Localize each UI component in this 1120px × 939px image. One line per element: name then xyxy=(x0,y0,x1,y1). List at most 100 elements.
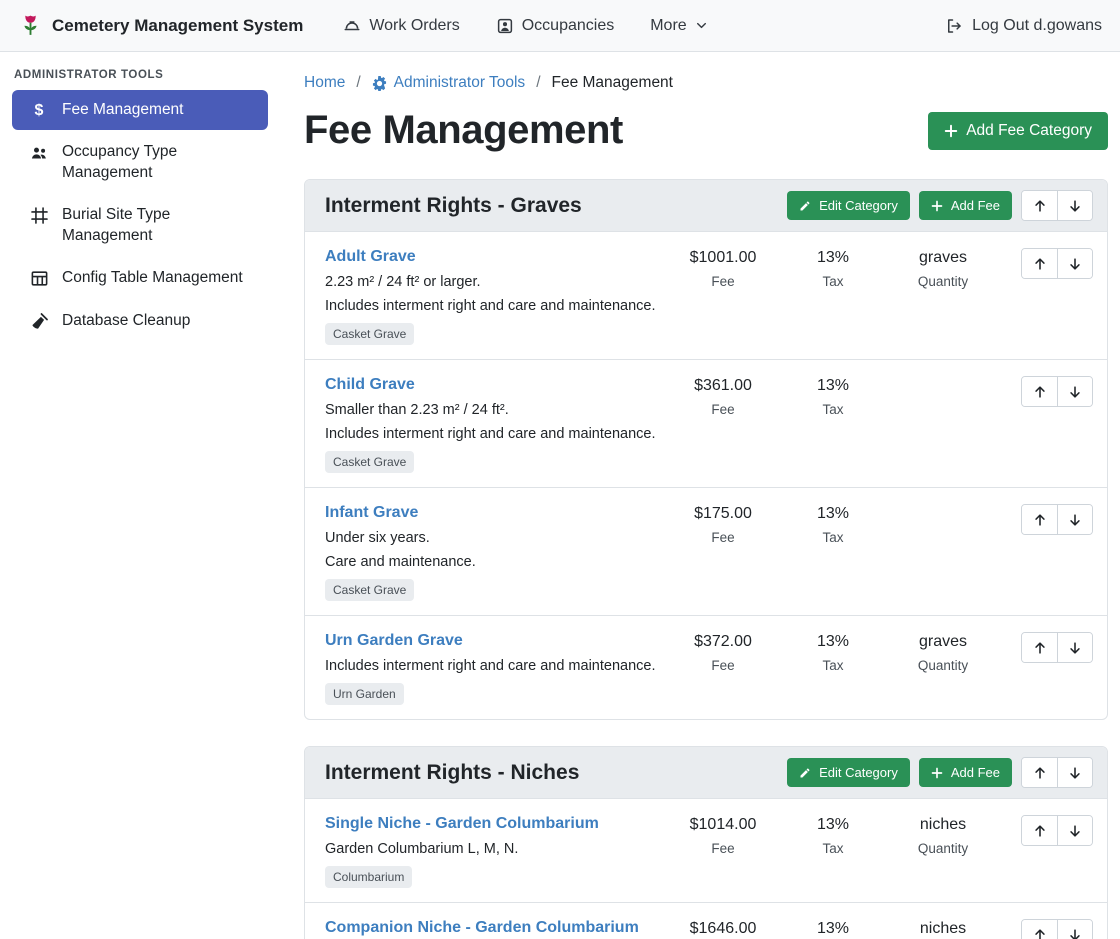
fee-description: 2.23 m² / 24 ft² or larger. xyxy=(325,274,665,290)
nav-occupancies[interactable]: Occupancies xyxy=(496,17,615,35)
add-fee-category-label: Add Fee Category xyxy=(966,122,1092,140)
arrow-down-icon xyxy=(1068,766,1082,780)
fee-main: Urn Garden Grave Includes interment righ… xyxy=(325,632,665,705)
move-fee-up-button[interactable] xyxy=(1022,920,1057,939)
breadcrumb-admin-tools-link[interactable]: Administrator Tools xyxy=(372,74,526,92)
logout-link[interactable]: Log Out d.gowans xyxy=(945,17,1102,35)
tax-col: 13% Tax xyxy=(781,504,885,545)
fee-description: Includes interment right and care and ma… xyxy=(325,426,665,442)
fee-name-link[interactable]: Single Niche - Garden Columbarium xyxy=(325,815,599,832)
sidebar-item-database-cleanup[interactable]: Database Cleanup xyxy=(12,301,268,341)
fee-reorder-group xyxy=(1021,376,1093,407)
arrow-up-icon xyxy=(1033,199,1047,213)
quantity-label: Quantity xyxy=(891,658,995,673)
fee-description: Smaller than 2.23 m² / 24 ft². xyxy=(325,402,665,418)
fee-reorder-group xyxy=(1021,504,1093,535)
move-fee-up-button[interactable] xyxy=(1022,249,1057,278)
fee-amount: $372.00 xyxy=(671,633,775,651)
breadcrumb-admin-tools-label: Administrator Tools xyxy=(394,74,526,92)
move-category-down-button[interactable] xyxy=(1057,191,1092,220)
fee-main: Single Niche - Garden Columbarium Garden… xyxy=(325,815,665,888)
quantity-col: graves Quantity xyxy=(891,248,995,289)
move-fee-up-button[interactable] xyxy=(1022,816,1057,845)
arrow-down-icon xyxy=(1068,513,1082,527)
fee-actions xyxy=(1001,815,1093,846)
fee-description: Under six years. xyxy=(325,530,665,546)
fee-amount-label: Fee xyxy=(671,402,775,417)
nav-more[interactable]: More xyxy=(650,17,707,35)
category-title: Interment Rights - Niches xyxy=(325,761,787,785)
fee-amount-col: $1014.00 Fee xyxy=(671,815,775,856)
tulip-logo-icon xyxy=(18,13,43,38)
edit-category-button[interactable]: Edit Category xyxy=(787,191,910,220)
sidebar: ADMINISTRATOR TOOLS $ Fee Management Occ… xyxy=(0,52,280,939)
sign-out-icon xyxy=(945,17,963,35)
category-header: Interment Rights - Graves Edit Category xyxy=(305,180,1107,232)
breadcrumb-home-link[interactable]: Home xyxy=(304,74,345,92)
fee-type-badge: Casket Grave xyxy=(325,451,414,473)
fee-actions xyxy=(1001,248,1093,279)
tax-label: Tax xyxy=(781,841,885,856)
fee-actions xyxy=(1001,504,1093,535)
move-fee-down-button[interactable] xyxy=(1057,816,1092,845)
fee-row: Urn Garden Grave Includes interment righ… xyxy=(305,615,1107,719)
quantity-value: niches xyxy=(891,816,995,834)
breadcrumb: Home / Administrator Tools / Fee Managem… xyxy=(304,74,1108,92)
pencil-icon xyxy=(799,767,811,779)
quantity-col: niches Quantity xyxy=(891,815,995,856)
fee-row: Adult Grave 2.23 m² / 24 ft² or larger. … xyxy=(305,232,1107,359)
fee-reorder-group xyxy=(1021,815,1093,846)
quantity-label: Quantity xyxy=(891,841,995,856)
fee-main: Companion Niche - Garden Columbarium Gar… xyxy=(325,919,665,939)
tax-value: 13% xyxy=(781,633,885,651)
fee-name-link[interactable]: Child Grave xyxy=(325,376,415,393)
category-actions: Edit Category Add Fee xyxy=(787,757,1093,788)
breadcrumb-current: Fee Management xyxy=(552,74,674,92)
sidebar-item-occupancy-type[interactable]: Occupancy Type Management xyxy=(12,132,268,193)
sidebar-item-config-table[interactable]: Config Table Management xyxy=(12,258,268,298)
move-fee-up-button[interactable] xyxy=(1022,505,1057,534)
brand-title: Cemetery Management System xyxy=(52,16,303,36)
move-category-down-button[interactable] xyxy=(1057,758,1092,787)
main-content: Home / Administrator Tools / Fee Managem… xyxy=(280,52,1120,939)
fee-amount-label: Fee xyxy=(671,274,775,289)
move-category-up-button[interactable] xyxy=(1022,758,1057,787)
fee-description: Garden Columbarium L, M, N. xyxy=(325,841,665,857)
move-category-up-button[interactable] xyxy=(1022,191,1057,220)
fee-row: Infant Grave Under six years. Care and m… xyxy=(305,487,1107,615)
add-fee-category-button[interactable]: Add Fee Category xyxy=(928,112,1108,150)
nav-work-orders[interactable]: Work Orders xyxy=(343,17,459,35)
brand-link[interactable]: Cemetery Management System xyxy=(18,13,303,38)
sidebar-item-burial-site-type[interactable]: Burial Site Type Management xyxy=(12,195,268,256)
artboard-icon xyxy=(29,206,49,225)
move-fee-up-button[interactable] xyxy=(1022,633,1057,662)
move-fee-down-button[interactable] xyxy=(1057,633,1092,662)
category-title: Interment Rights - Graves xyxy=(325,194,787,218)
sidebar-heading: ADMINISTRATOR TOOLS xyxy=(0,60,280,88)
fee-name-link[interactable]: Companion Niche - Garden Columbarium xyxy=(325,919,639,936)
arrow-down-icon xyxy=(1068,641,1082,655)
chevron-down-icon xyxy=(695,19,708,32)
fee-name-link[interactable]: Infant Grave xyxy=(325,504,418,521)
tax-value: 13% xyxy=(781,816,885,834)
move-fee-down-button[interactable] xyxy=(1057,377,1092,406)
arrow-down-icon xyxy=(1068,199,1082,213)
fee-row: Single Niche - Garden Columbarium Garden… xyxy=(305,799,1107,902)
add-fee-button[interactable]: Add Fee xyxy=(919,758,1012,787)
broom-icon xyxy=(29,312,49,331)
move-fee-up-button[interactable] xyxy=(1022,377,1057,406)
add-fee-button[interactable]: Add Fee xyxy=(919,191,1012,220)
edit-category-button[interactable]: Edit Category xyxy=(787,758,910,787)
fee-amount-label: Fee xyxy=(671,530,775,545)
fee-reorder-group xyxy=(1021,248,1093,279)
fee-name-link[interactable]: Urn Garden Grave xyxy=(325,632,463,649)
sidebar-item-fee-management[interactable]: $ Fee Management xyxy=(12,90,268,130)
pencil-icon xyxy=(799,200,811,212)
move-fee-down-button[interactable] xyxy=(1057,920,1092,939)
move-fee-down-button[interactable] xyxy=(1057,249,1092,278)
fee-name-link[interactable]: Adult Grave xyxy=(325,248,416,265)
tax-col: 13% Tax xyxy=(781,632,885,673)
move-fee-down-button[interactable] xyxy=(1057,505,1092,534)
fee-amount: $1646.00 xyxy=(671,920,775,938)
arrow-up-icon xyxy=(1033,257,1047,271)
